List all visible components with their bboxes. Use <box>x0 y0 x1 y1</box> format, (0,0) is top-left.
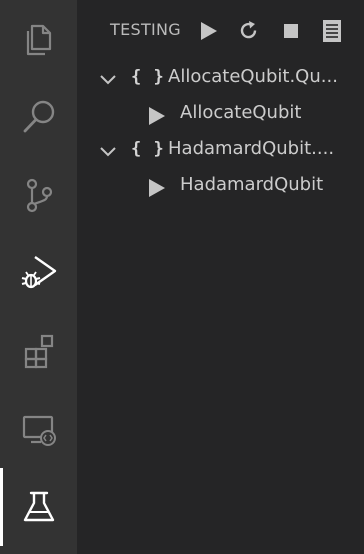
activity-run-debug[interactable] <box>0 234 77 312</box>
extensions-icon <box>24 334 53 369</box>
tree-row-suite[interactable]: { } HadamardQubit.... <box>77 134 364 170</box>
source-control-icon <box>26 178 52 213</box>
chevron-down-icon[interactable] <box>98 142 118 162</box>
files-icon <box>26 24 51 56</box>
activity-search[interactable] <box>0 78 77 156</box>
panel-title: TESTING <box>110 20 181 39</box>
suite-label: HadamardQubit.... <box>168 138 335 159</box>
namespace-braces-icon: { } <box>131 139 165 159</box>
suite-label: AllocateQubit.Qu... <box>168 66 338 87</box>
stop-icon <box>284 24 298 38</box>
activity-remote-explorer[interactable] <box>0 390 77 468</box>
show-test-log-button[interactable] <box>319 18 345 44</box>
chevron-down-icon[interactable] <box>98 70 118 90</box>
run-all-tests-button[interactable] <box>195 18 221 44</box>
testing-flask-icon <box>23 491 54 522</box>
test-play-icon[interactable] <box>147 178 167 198</box>
cancel-tests-button[interactable] <box>278 18 304 44</box>
play-icon <box>201 22 217 40</box>
search-icon <box>23 100 54 133</box>
activity-source-control[interactable] <box>0 156 77 234</box>
activity-extensions[interactable] <box>0 312 77 390</box>
activity-explorer[interactable] <box>0 0 77 78</box>
tree-row-suite[interactable]: { } AllocateQubit.Qu... <box>77 62 364 98</box>
output-log-icon <box>323 20 341 42</box>
panel-header: TESTING <box>77 0 364 62</box>
namespace-braces-icon: { } <box>131 67 165 87</box>
activity-testing[interactable] <box>0 468 77 546</box>
run-debug-icon <box>21 256 56 289</box>
refresh-tests-button[interactable] <box>236 18 262 44</box>
test-play-icon[interactable] <box>147 106 167 126</box>
refresh-icon <box>240 21 257 39</box>
activity-bar <box>0 0 77 554</box>
test-label: HadamardQubit <box>180 174 324 195</box>
test-label: AllocateQubit <box>180 102 302 123</box>
testing-panel: TESTING {} AllocateQubit.Qu... Allocate… <box>77 0 364 554</box>
tree-row-test[interactable]: AllocateQubit <box>77 98 364 134</box>
vscode-window: TESTING {} AllocateQubit.Qu... Allocate… <box>0 0 364 554</box>
tree-row-test[interactable]: HadamardQubit <box>77 170 364 206</box>
remote-explorer-icon <box>22 415 56 446</box>
